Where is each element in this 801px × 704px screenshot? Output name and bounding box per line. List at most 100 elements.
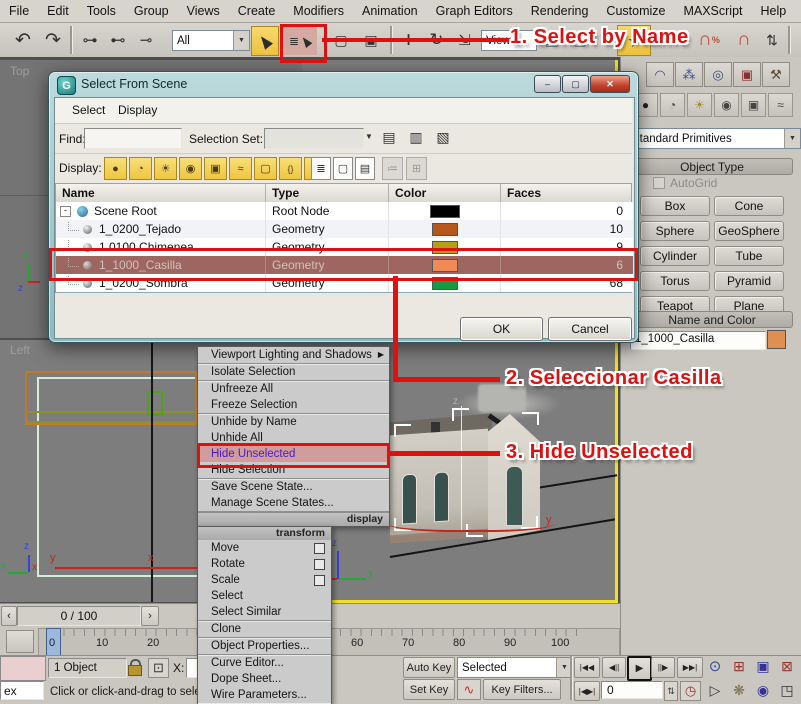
maximize-button[interactable]: ▢: [562, 75, 589, 93]
percent-snap-icon[interactable]: ∩%: [694, 26, 724, 54]
menu-item-curve-editor[interactable]: Curve Editor...: [198, 655, 331, 671]
menu-file[interactable]: File: [0, 4, 38, 18]
color-swatch[interactable]: [432, 223, 458, 236]
expand-tree-icon[interactable]: ⊞: [406, 157, 427, 180]
tab-hierarchy[interactable]: ⁂: [675, 62, 703, 87]
filter-geometry-icon[interactable]: ●: [104, 157, 127, 180]
menu-item-freeze-selection[interactable]: Freeze Selection: [198, 397, 389, 413]
category-spacewarps-button[interactable]: ≈: [768, 93, 793, 117]
menu-item-isolate-selection[interactable]: Isolate Selection: [198, 364, 389, 380]
tab-utilities[interactable]: ⚒: [762, 62, 790, 87]
settings-box-icon[interactable]: [314, 543, 325, 554]
display-invert-icon[interactable]: ▤: [355, 157, 375, 180]
display-all-icon[interactable]: ≣: [311, 157, 331, 180]
selection-filter-dropdown[interactable]: All ▼: [172, 30, 250, 51]
primitive-category-dropdown[interactable]: Standard Primitives ▼: [627, 128, 801, 149]
category-helpers-button[interactable]: ▣: [741, 93, 766, 117]
menu-graph-editors[interactable]: Graph Editors: [427, 4, 522, 18]
column-header-name[interactable]: Name: [56, 184, 266, 202]
filter-shapes-icon[interactable]: ◔: [129, 157, 152, 180]
key-filters-button[interactable]: Key Filters...: [483, 679, 561, 700]
select-and-link-icon[interactable]: ⊶: [78, 27, 102, 53]
undo-icon[interactable]: ↶: [10, 27, 36, 53]
name-color-rollout[interactable]: Name and Color: [631, 311, 793, 328]
primitive-geosphere-button[interactable]: GeoSphere: [714, 221, 784, 241]
menu-item-select[interactable]: Select: [198, 588, 331, 604]
close-icon[interactable]: ✕: [590, 75, 630, 93]
macro-recorder-field[interactable]: [0, 656, 46, 681]
filter-lights-icon[interactable]: ☀: [154, 157, 177, 180]
previous-frame-button[interactable]: ◀||: [602, 657, 626, 678]
object-name-field[interactable]: 1_1000_Casilla: [630, 331, 766, 350]
category-shapes-button[interactable]: ◔: [660, 93, 685, 117]
filter-cameras-icon[interactable]: ◉: [179, 157, 202, 180]
table-row[interactable]: 1_0200_Tejado Geometry 10: [56, 220, 633, 238]
settings-box-icon[interactable]: [314, 559, 325, 570]
table-row[interactable]: - Scene Root Root Node 0: [56, 202, 633, 220]
primitive-torus-button[interactable]: Torus: [640, 271, 710, 291]
primitive-box-button[interactable]: Box: [640, 196, 710, 216]
menu-item-clone[interactable]: Clone: [198, 621, 331, 637]
pan-hand-icon[interactable]: ❋: [728, 680, 750, 700]
select-object-button[interactable]: [251, 26, 279, 56]
menu-modifiers[interactable]: Modifiers: [284, 4, 353, 18]
menu-item-wire-parameters[interactable]: Wire Parameters...: [198, 687, 331, 703]
primitive-pyramid-button[interactable]: Pyramid: [714, 271, 784, 291]
primitive-tube-button[interactable]: Tube: [714, 246, 784, 266]
category-lights-button[interactable]: ☀: [687, 93, 712, 117]
menu-item-object-properties[interactable]: Object Properties...: [198, 638, 331, 654]
minimize-button[interactable]: –: [534, 75, 561, 93]
menu-tools[interactable]: Tools: [78, 4, 125, 18]
column-header-color[interactable]: Color: [389, 184, 501, 202]
field-of-view-icon[interactable]: ▷: [704, 680, 726, 700]
zoom-extents-all-icon[interactable]: ⊠: [776, 656, 798, 676]
autogrid-checkbox[interactable]: [653, 177, 665, 189]
column-header-faces[interactable]: Faces: [501, 184, 631, 202]
menu-edit[interactable]: Edit: [38, 4, 78, 18]
coord-center-icon[interactable]: ⊡: [148, 658, 169, 678]
filter-helpers-icon[interactable]: ▣: [204, 157, 227, 180]
current-frame-field[interactable]: 0: [601, 681, 663, 699]
menu-rendering[interactable]: Rendering: [522, 4, 598, 18]
zoom-all-icon[interactable]: ⊞: [728, 656, 750, 676]
go-to-end-button[interactable]: ▶▶|: [677, 657, 703, 678]
play-button[interactable]: ▶: [627, 656, 652, 681]
menu-item-unhide-by-name[interactable]: Unhide by Name: [198, 414, 389, 430]
menu-item-dope-sheet[interactable]: Dope Sheet...: [198, 671, 331, 687]
display-none-icon[interactable]: ▢: [333, 157, 353, 180]
key-mode-toggle-button[interactable]: |◀▶|: [574, 681, 600, 701]
subtract-from-set-icon[interactable]: ▧: [431, 126, 455, 148]
create-selection-set-icon[interactable]: ▤: [377, 126, 401, 148]
object-type-rollout[interactable]: Object Type: [631, 158, 793, 175]
primitive-sphere-button[interactable]: Sphere: [640, 221, 710, 241]
redo-icon[interactable]: ↷: [40, 27, 66, 53]
dialog-menu-display[interactable]: Display: [118, 103, 157, 117]
menu-item-move[interactable]: Move: [198, 540, 331, 556]
column-header-type[interactable]: Type: [266, 184, 389, 202]
menu-item-rotate[interactable]: Rotate: [198, 556, 331, 572]
category-cameras-button[interactable]: ◉: [714, 93, 739, 117]
find-input[interactable]: [84, 128, 182, 149]
mini-curve-editor-icon[interactable]: [6, 630, 34, 653]
menu-animation[interactable]: Animation: [353, 4, 427, 18]
frame-spinner[interactable]: ⇅: [664, 681, 678, 701]
cancel-button[interactable]: Cancel: [548, 317, 632, 341]
next-frame-button[interactable]: ›: [141, 606, 159, 626]
zoom-extents-icon[interactable]: ▣: [752, 656, 774, 676]
orbit-icon[interactable]: ◉: [752, 680, 774, 700]
color-swatch[interactable]: [430, 205, 460, 218]
tab-display[interactable]: ▣: [733, 62, 761, 87]
time-config-icon[interactable]: ◷: [680, 681, 701, 701]
menu-help[interactable]: Help: [752, 4, 796, 18]
ok-button[interactable]: OK: [460, 317, 543, 341]
primitive-cylinder-button[interactable]: Cylinder: [640, 246, 710, 266]
tab-motion[interactable]: ◎: [704, 62, 732, 87]
menu-create[interactable]: Create: [229, 4, 285, 18]
add-to-set-icon[interactable]: ▥: [404, 126, 428, 148]
spinner-snap-icon[interactable]: ⇅: [762, 26, 782, 54]
menu-views[interactable]: Views: [178, 4, 229, 18]
filter-xrefs-icon[interactable]: {}: [279, 157, 302, 180]
key-curve-icon[interactable]: ∿: [457, 679, 481, 700]
prev-frame-button[interactable]: ‹: [1, 606, 17, 626]
menu-item-select-similar[interactable]: Select Similar: [198, 604, 331, 620]
